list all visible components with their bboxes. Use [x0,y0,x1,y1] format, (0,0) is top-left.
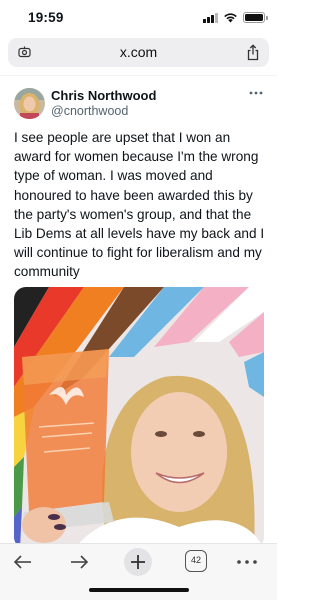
new-tab-button[interactable] [124,548,152,576]
wifi-icon [224,13,237,23]
battery-icon [243,12,268,23]
browser-toolbar: 42 [0,543,277,600]
cellular-signal-icon [203,12,218,23]
status-icons [203,12,268,23]
more-options-icon[interactable] [249,90,263,96]
plus-icon [131,555,145,569]
status-bar: 19:59 [0,0,277,34]
tweet: Chris Northwood @cnorthwood I see people… [0,75,277,549]
more-menu-icon[interactable] [234,558,260,566]
tweet-photo[interactable] [14,287,264,549]
home-indicator [89,588,189,592]
author-handle[interactable]: @cnorthwood [51,104,128,118]
tweet-text: I see people are upset that I won an awa… [14,130,265,280]
share-icon[interactable] [246,44,260,61]
tabs-icon[interactable]: 42 [185,550,207,572]
author-name[interactable]: Chris Northwood [51,88,156,103]
url-text[interactable]: x.com [8,44,269,60]
address-bar[interactable]: x.com [8,38,269,67]
forward-arrow-icon[interactable] [66,551,92,573]
avatar[interactable] [14,88,45,119]
status-time: 19:59 [28,10,64,25]
back-arrow-icon[interactable] [10,551,36,573]
